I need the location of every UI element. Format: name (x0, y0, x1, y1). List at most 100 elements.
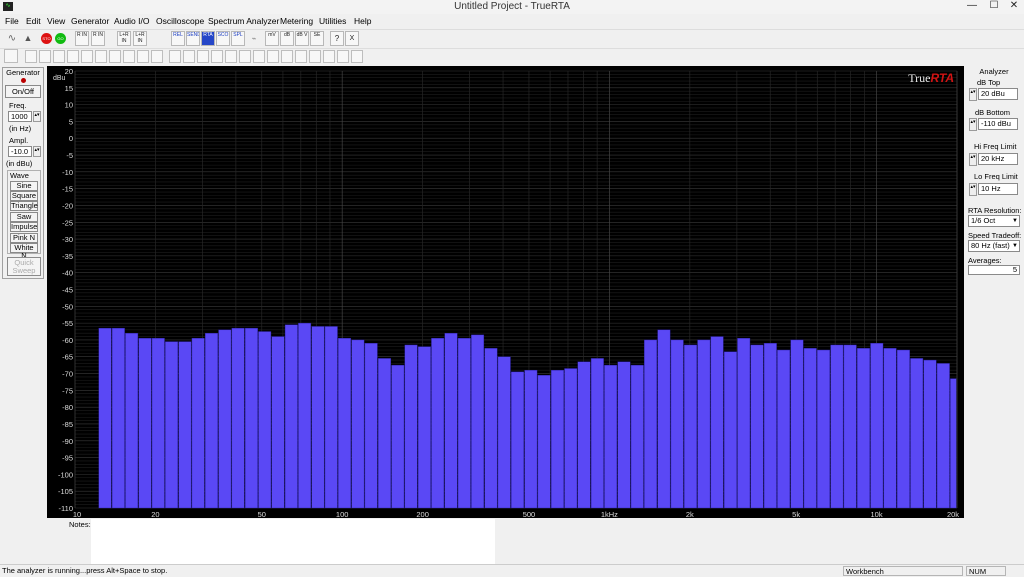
menu-audio-io[interactable]: Audio I/O (114, 14, 149, 28)
view-button[interactable] (4, 49, 18, 63)
y-tick-label: 10 (65, 101, 73, 110)
trace-button-5[interactable] (81, 50, 93, 63)
spectrum-bar (817, 349, 830, 509)
mv-button[interactable]: mV (265, 31, 279, 46)
spectrum-icon[interactable]: ▲ (21, 32, 35, 45)
rta-resolution-select[interactable]: 1/6 Oct ▼ (968, 215, 1020, 227)
trace-button-6[interactable] (95, 50, 107, 63)
wave-impulse-button[interactable]: Impulse (10, 222, 38, 232)
db-bottom-input[interactable]: -110 dBu (978, 118, 1018, 130)
trace-button-21[interactable] (309, 50, 321, 63)
menu-help[interactable]: Help (354, 14, 371, 28)
menu-oscilloscope[interactable]: Oscilloscope (156, 14, 204, 28)
trace-button-12[interactable] (183, 50, 195, 63)
trace-button-3[interactable] (53, 50, 65, 63)
freq-input[interactable]: 1000 (8, 111, 32, 122)
trace-button-13[interactable] (197, 50, 209, 63)
x-tick-label: 5k (792, 510, 800, 518)
sine-wave-icon[interactable]: ∿ (4, 32, 20, 45)
menu-spectrum-analyzer[interactable]: Spectrum Analyzer (208, 14, 279, 28)
db-top-input[interactable]: 20 dBu (978, 88, 1018, 100)
send-button[interactable]: SEND (186, 31, 200, 46)
spectrum-bar (803, 348, 817, 509)
close-button[interactable]: ✕ (1004, 0, 1024, 12)
spectrum-bar (258, 331, 272, 509)
trace-button-23[interactable] (337, 50, 349, 63)
hi-freq-input[interactable]: 20 kHz (978, 153, 1018, 165)
trace-button-10[interactable] (151, 50, 163, 63)
speed-tradeoff-select[interactable]: 80 Hz (fast) ▼ (968, 240, 1020, 252)
y-tick-label: -50 (62, 302, 73, 311)
menu-generator[interactable]: Generator (71, 14, 109, 28)
trace-button-15[interactable] (225, 50, 237, 63)
trace-button-17[interactable] (253, 50, 265, 63)
analyzer-title: Analyzer (979, 67, 1009, 76)
maximize-button[interactable]: ☐ (984, 0, 1004, 12)
right-in-alt-button[interactable]: R IN (91, 31, 105, 46)
exit-button[interactable]: X (345, 31, 359, 46)
chevron-down-icon[interactable]: ▼ (1012, 241, 1018, 251)
wave-triangle-button[interactable]: Triangle (10, 201, 38, 211)
trace-button-20[interactable] (295, 50, 307, 63)
lo-freq-spinner[interactable]: ▴▾ (969, 183, 977, 196)
spectrum-plot[interactable]: 20151050-5-10-15-20-25-30-35-40-45-50-55… (47, 66, 964, 518)
db-button[interactable]: dB (280, 31, 294, 46)
scope-button[interactable]: SCO (216, 31, 230, 46)
menu-view[interactable]: View (47, 14, 65, 28)
spl-button[interactable]: SPL (231, 31, 245, 46)
notes-field[interactable] (91, 519, 495, 564)
spectrum-bar (723, 351, 737, 509)
stereo-in-alt-button[interactable]: L+R IN (133, 31, 147, 46)
se-button[interactable]: SE (310, 31, 324, 46)
trace-button-1[interactable] (25, 50, 37, 63)
trace-button-11[interactable] (169, 50, 181, 63)
trace-button-18[interactable] (267, 50, 279, 63)
db-v-button[interactable]: dB V (295, 31, 309, 46)
y-tick-label: -100 (58, 470, 73, 479)
db-top-spinner[interactable]: ▴▾ (969, 88, 977, 101)
trace-button-9[interactable] (137, 50, 149, 63)
db-bottom-spinner[interactable]: ▴▾ (969, 118, 977, 131)
menu-utilities[interactable]: Utilities (319, 14, 346, 28)
trace-button-8[interactable] (123, 50, 135, 63)
stereo-in-button[interactable]: L+R IN (117, 31, 131, 46)
wave-sine-button[interactable]: Sine (10, 181, 38, 191)
wave-saw-button[interactable]: Saw (10, 212, 38, 222)
help-button[interactable]: ? (330, 31, 344, 46)
trace-button-4[interactable] (67, 50, 79, 63)
rta-button[interactable]: RTA (201, 31, 215, 46)
stop-icon[interactable]: STO (41, 33, 52, 44)
freq-spinner[interactable]: ▴▾ (33, 111, 41, 122)
spectrum-bar (165, 341, 179, 509)
trace-button-2[interactable] (39, 50, 51, 63)
hi-freq-spinner[interactable]: ▴▾ (969, 153, 977, 166)
menu-edit[interactable]: Edit (26, 14, 41, 28)
generator-on-off-button[interactable]: On/Off (5, 85, 41, 98)
wave-white-noise-button[interactable]: White N (10, 243, 38, 260)
rel-button[interactable]: REL (171, 31, 185, 46)
trace-button-7[interactable] (109, 50, 121, 63)
wave-square-button[interactable]: Square (10, 191, 38, 201)
averages-input[interactable]: 5 (968, 265, 1020, 275)
x-tick-label: 10k (871, 510, 883, 518)
menu-file[interactable]: File (5, 14, 19, 28)
status-message: The analyzer is running...press Alt+Spac… (2, 566, 168, 575)
minimize-button[interactable]: — (962, 0, 982, 12)
chevron-down-icon[interactable]: ▼ (1012, 216, 1018, 226)
spectrum-bar (457, 338, 471, 509)
go-icon[interactable]: GO (55, 33, 66, 44)
wave-pink-noise-button[interactable]: Pink N (10, 233, 38, 243)
right-in-button[interactable]: R IN (75, 31, 89, 46)
trace-button-16[interactable] (239, 50, 251, 63)
quick-sweep-button[interactable]: Quick Sweep (7, 257, 41, 276)
waveform-icon[interactable]: ⌁ (247, 32, 261, 46)
trace-button-22[interactable] (323, 50, 335, 63)
spectrum-bar (111, 327, 125, 509)
trace-button-14[interactable] (211, 50, 223, 63)
ampl-spinner[interactable]: ▴▾ (33, 146, 41, 157)
trace-button-24[interactable] (351, 50, 363, 63)
trace-button-19[interactable] (281, 50, 293, 63)
lo-freq-input[interactable]: 10 Hz (978, 183, 1018, 195)
menu-metering[interactable]: Metering (280, 14, 313, 28)
ampl-input[interactable]: -10.0 (8, 146, 32, 157)
